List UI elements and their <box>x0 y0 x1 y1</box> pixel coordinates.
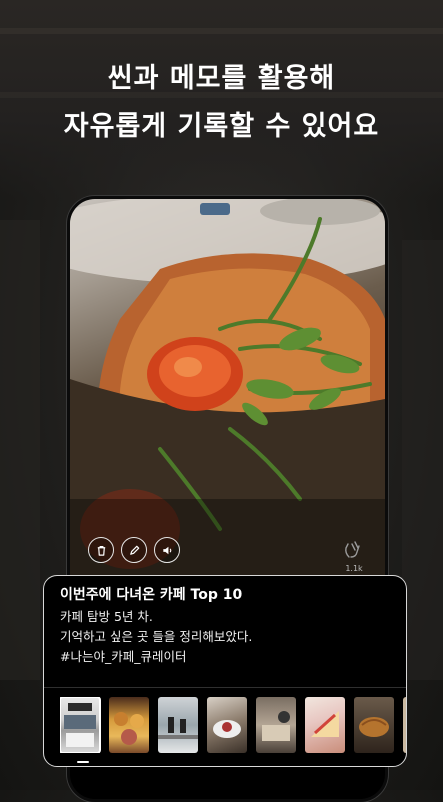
post-photo <box>70 199 385 579</box>
scene-thumbnail[interactable] <box>109 697 149 753</box>
memo-line: #나는야_카페_큐레이터 <box>60 649 187 664</box>
scene-thumbnail[interactable] <box>305 697 345 753</box>
delete-button[interactable] <box>88 537 114 563</box>
scene-thumbnail[interactable] <box>354 697 394 753</box>
card-divider <box>44 687 406 688</box>
sound-button[interactable] <box>154 537 180 563</box>
pencil-icon <box>129 545 139 555</box>
scene-thumbnail[interactable] <box>256 697 296 753</box>
food-photo-illustration <box>70 199 385 579</box>
scene-thumbnail-strip <box>60 697 406 753</box>
memo-description: 카페 탐방 5년 차. 기억하고 싶은 곳 들을 정리해보았다. #나는야_카페… <box>60 607 252 667</box>
scene-thumbnail[interactable] <box>403 697 406 753</box>
background-wall <box>0 220 40 680</box>
clap-button[interactable]: 1.1k <box>342 539 366 573</box>
scene-thumbnail[interactable] <box>60 697 101 753</box>
scene-thumbnail[interactable] <box>207 697 247 753</box>
memo-line: 카페 탐방 5년 차. <box>60 609 153 624</box>
background-wall <box>402 240 443 680</box>
memo-title: 이번주에 다녀온 카페 Top 10 <box>60 587 243 603</box>
clap-hands-icon <box>345 541 360 558</box>
headline-line-1: 씬과 메모를 활용해 <box>107 63 336 94</box>
speaker-icon <box>162 546 171 554</box>
memo-card: 이번주에 다녀온 카페 Top 10 카페 탐방 5년 차. 기억하고 싶은 곳… <box>43 575 407 767</box>
headline-line-2: 자유롭게 기록할 수 있어요 <box>63 111 380 142</box>
memo-line: 기억하고 싶은 곳 들을 정리해보았다. <box>60 629 253 644</box>
clap-count: 1.1k <box>345 564 363 573</box>
selected-thumbnail-indicator <box>77 761 89 763</box>
scene-thumbnail[interactable] <box>158 697 198 753</box>
background-beam <box>0 28 443 34</box>
edit-button[interactable] <box>121 537 147 563</box>
trash-icon <box>97 545 105 556</box>
